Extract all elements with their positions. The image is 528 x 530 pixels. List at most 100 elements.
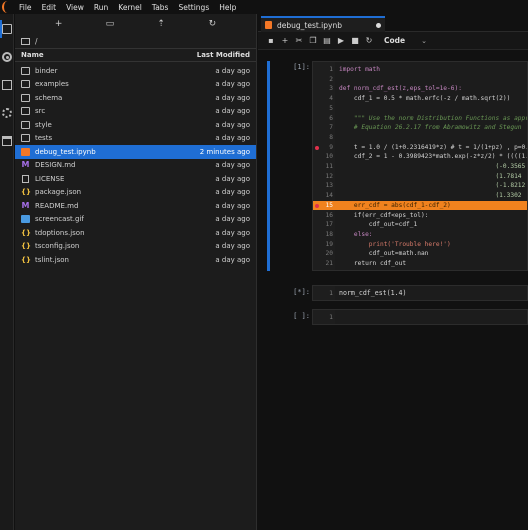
notebook-panel: debug_test.ipynb ▪ + ✂ ❐ ▤ ▶ ■ ↻ Code ⌄ … (258, 14, 528, 530)
notebook-toolbar: ▪ + ✂ ❐ ▤ ▶ ■ ↻ Code ⌄ (258, 32, 528, 50)
code-line: 21 return cdf_out (325, 260, 407, 267)
modified-column-header[interactable]: Last Modified (197, 51, 250, 59)
tab-debug-test[interactable]: debug_test.ipynb (261, 16, 385, 32)
file-modified: a day ago (215, 107, 250, 116)
file-row[interactable]: {} tsconfig.json a day ago (15, 240, 256, 254)
menu-settings[interactable]: Settings (173, 3, 214, 12)
open-tabs-icon[interactable] (2, 136, 12, 146)
line-number: 1 (329, 289, 333, 297)
cell-editor[interactable]: 1 norm_cdf_est(1.4) (312, 285, 528, 301)
copy-icon[interactable]: ❐ (306, 36, 320, 45)
file-name: debug_test.ipynb (35, 147, 96, 156)
run-icon[interactable]: ▶ (334, 36, 348, 45)
menu-run[interactable]: Run (89, 3, 113, 12)
stop-icon[interactable]: ■ (348, 36, 362, 45)
command-palette-icon[interactable] (2, 80, 12, 90)
file-name: style (35, 120, 52, 129)
notebook-icon (21, 147, 30, 156)
tab-bar: debug_test.ipynb (258, 14, 528, 32)
json-icon: {} (21, 242, 31, 251)
menu-view[interactable]: View (61, 3, 89, 12)
breadcrumb-path[interactable]: / (35, 37, 38, 46)
file-row[interactable]: M README.md a day ago (15, 199, 256, 213)
code-line: 7 # Equation 26.2.17 from Abramowitz and… (329, 124, 522, 132)
new-folder-icon[interactable]: ▭ (105, 19, 115, 29)
save-icon[interactable]: ▪ (264, 36, 278, 45)
menu-bar: File Edit View Run Kernel Tabs Settings … (0, 0, 528, 14)
code-cell[interactable]: [*]: 1 norm_cdf_est(1.4) (258, 285, 528, 301)
menu-tabs[interactable]: Tabs (147, 3, 174, 12)
file-row[interactable]: {} tdoptions.json a day ago (15, 226, 256, 240)
file-modified: a day ago (215, 80, 250, 89)
file-name: README.md (35, 201, 79, 210)
file-row[interactable]: LICENSE a day ago (15, 172, 256, 186)
file-name: src (35, 107, 46, 116)
code-line: norm_cdf_est(1.4) (339, 289, 407, 297)
home-folder-icon[interactable] (21, 37, 30, 45)
menu-edit[interactable]: Edit (37, 3, 62, 12)
file-row[interactable]: tests a day ago (15, 132, 256, 146)
file-name: package.json (35, 188, 82, 197)
left-activity-bar (0, 14, 14, 530)
notebook-icon (265, 21, 272, 29)
unsaved-dot-icon[interactable] (376, 22, 381, 28)
name-column-header[interactable]: Name (21, 51, 197, 59)
running-sessions-icon[interactable] (2, 52, 12, 62)
folder-icon[interactable] (2, 24, 12, 34)
file-modified: a day ago (215, 161, 250, 170)
cell-prompt: [*]: (293, 288, 310, 296)
menu-file[interactable]: File (14, 3, 37, 12)
file-row[interactable]: style a day ago (15, 118, 256, 132)
file-row[interactable]: screencast.gif a day ago (15, 213, 256, 227)
cell-editor[interactable]: 1 (312, 309, 528, 325)
markdown-icon: M (21, 200, 30, 210)
file-modified: a day ago (215, 134, 250, 143)
file-row[interactable]: src a day ago (15, 105, 256, 119)
paste-icon[interactable]: ▤ (320, 36, 334, 45)
file-row-selected[interactable]: debug_test.ipynb 2 minutes ago (15, 145, 256, 159)
file-icon (22, 174, 29, 183)
code-line: 3 def norm_cdf_est(z,eps_tol=1e-6): (329, 85, 462, 93)
file-row[interactable]: binder a day ago (15, 64, 256, 78)
refresh-icon[interactable]: ↻ (207, 19, 217, 29)
file-row[interactable]: {} package.json a day ago (15, 186, 256, 200)
cell-prompt: [ ]: (293, 312, 310, 320)
chevron-down-icon[interactable]: ⌄ (421, 37, 427, 45)
folder-icon (21, 134, 30, 143)
file-browser-toolbar: + ▭ ⇡ ↻ (15, 14, 256, 34)
menu-kernel[interactable]: Kernel (113, 3, 147, 12)
code-line: 13 (-1.8212 (325, 182, 526, 190)
file-modified: a day ago (215, 93, 250, 102)
code-line: 19 print('Trouble here!') (325, 240, 451, 248)
file-name: tsconfig.json (35, 242, 80, 251)
file-name: LICENSE (35, 174, 65, 183)
breadcrumb: / (15, 34, 256, 48)
code-line: 14 (1.3302 (325, 192, 522, 200)
code-cell[interactable]: [ ]: 1 (258, 309, 528, 325)
menu-help[interactable]: Help (214, 3, 241, 12)
restart-icon[interactable]: ↻ (362, 36, 376, 45)
code-line-current: 15 err_cdf = abs(cdf_1-cdf_2) (313, 200, 527, 211)
insert-cell-icon[interactable]: + (278, 36, 292, 45)
jupyter-logo-icon (0, 0, 14, 14)
file-list: binder a day ago examples a day ago schema… (15, 62, 256, 267)
file-row[interactable]: schema a day ago (15, 91, 256, 105)
file-row[interactable]: examples a day ago (15, 78, 256, 92)
cell-type-select[interactable]: Code (384, 36, 405, 45)
json-icon: {} (21, 188, 31, 197)
debugger-icon[interactable] (2, 108, 12, 118)
code-line: 17 cdf_out=cdf_1 (325, 221, 418, 229)
cut-icon[interactable]: ✂ (292, 36, 306, 45)
file-row[interactable]: M DESIGN.md a day ago (15, 159, 256, 173)
new-launcher-button[interactable]: + (54, 19, 64, 29)
notebook-cells: [1]: 1 import math 2 3 def norm_cdf_est(z,… (258, 51, 528, 530)
file-list-header: Name Last Modified (15, 48, 256, 62)
file-modified: a day ago (215, 255, 250, 264)
upload-icon[interactable]: ⇡ (156, 19, 166, 29)
code-cell[interactable]: [1]: 1 import math 2 3 def norm_cdf_est(z,… (258, 61, 528, 271)
file-row[interactable]: {} tslint.json a day ago (15, 253, 256, 267)
folder-icon (21, 80, 30, 89)
json-icon: {} (21, 228, 31, 237)
image-icon (21, 215, 30, 224)
cell-editor[interactable]: 1 import math 2 3 def norm_cdf_est(z,eps_t… (312, 61, 528, 271)
